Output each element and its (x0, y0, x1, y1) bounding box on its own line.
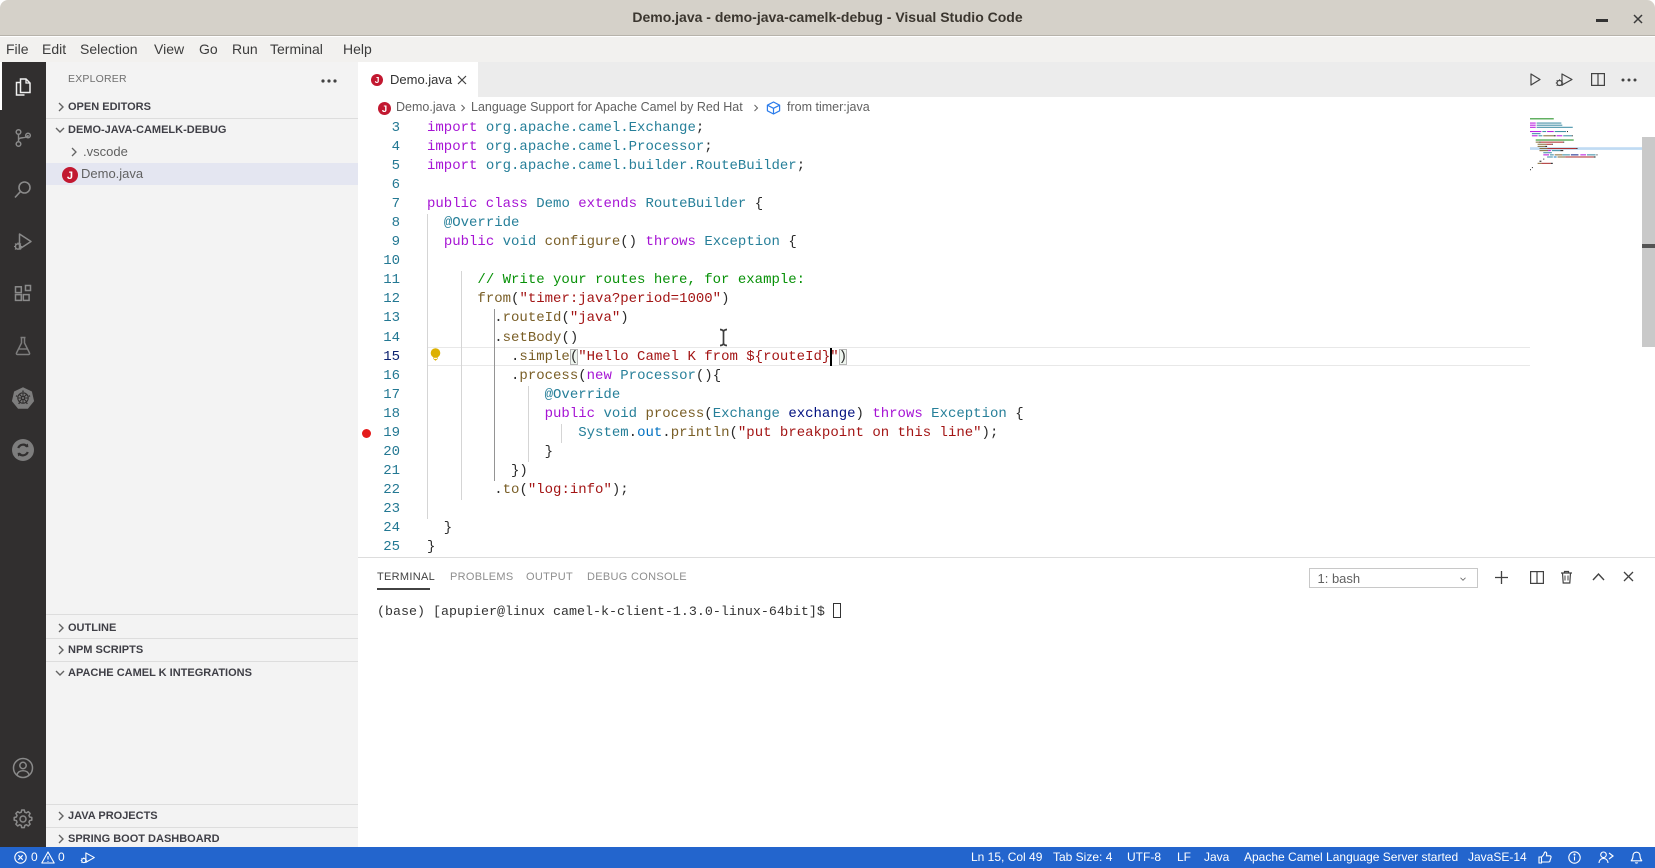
svg-text:J: J (382, 103, 387, 114)
svg-text:J: J (67, 170, 73, 182)
svg-text:J: J (375, 75, 380, 85)
